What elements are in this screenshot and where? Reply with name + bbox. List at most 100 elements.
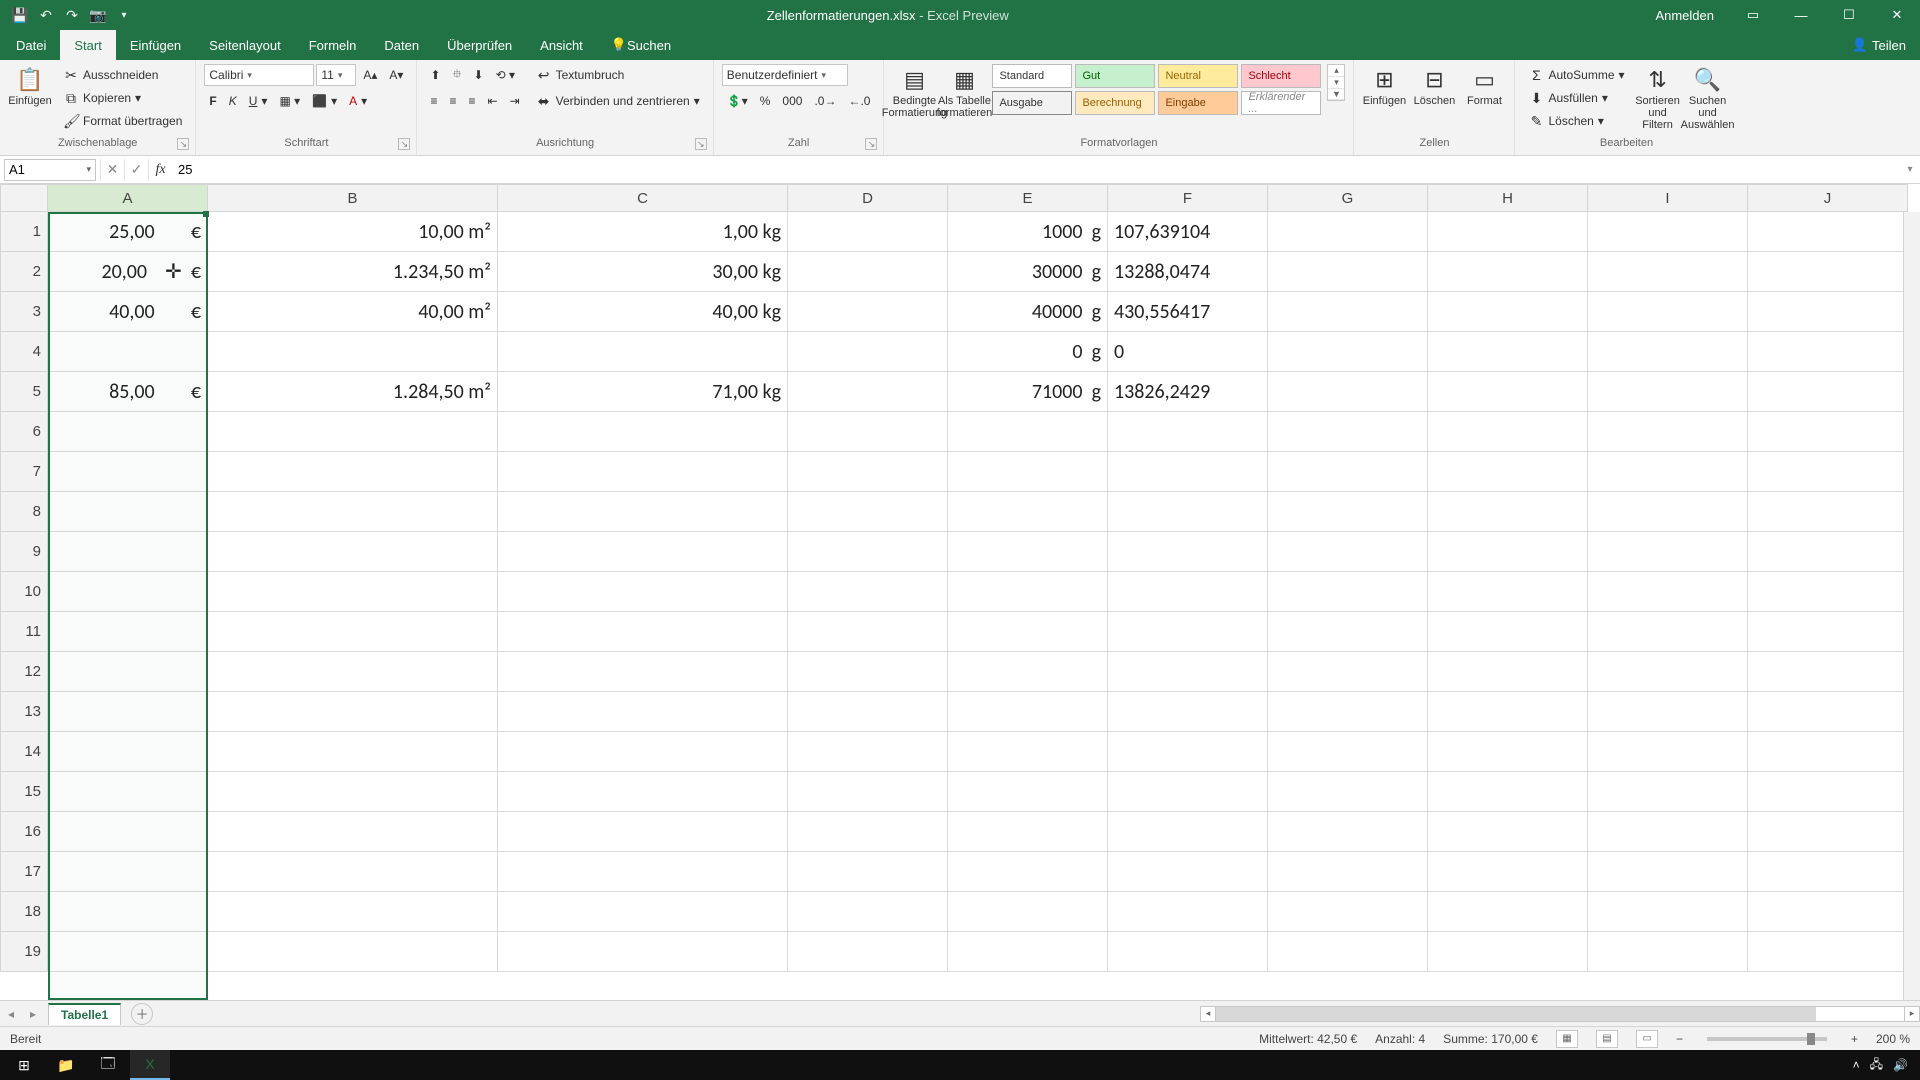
add-sheet-button[interactable]: ＋ (131, 1003, 153, 1025)
cell-E18[interactable] (948, 892, 1108, 932)
cell-C3[interactable]: 40,00 kg (498, 292, 788, 332)
cell-E6[interactable] (948, 412, 1108, 452)
save-icon[interactable]: 💾 (10, 5, 30, 25)
style-eingabe[interactable]: Eingabe (1158, 91, 1238, 115)
tab-datei[interactable]: Datei (2, 30, 60, 60)
cell-F6[interactable] (1108, 412, 1268, 452)
cell-C14[interactable] (498, 732, 788, 772)
view-pagelayout-button[interactable]: ▤ (1596, 1030, 1618, 1048)
cell-J11[interactable] (1748, 612, 1908, 652)
cell-H16[interactable] (1428, 812, 1588, 852)
row-header-4[interactable]: 4 (0, 332, 48, 372)
maximize-button[interactable]: ☐ (1826, 0, 1872, 30)
format-painter-button[interactable]: 🖌Format übertragen (58, 110, 187, 132)
fill-button[interactable]: ⬇Ausfüllen ▾ (1523, 87, 1629, 109)
cell-E5[interactable]: 71000 g (948, 372, 1108, 412)
cell-D14[interactable] (788, 732, 948, 772)
cell-G13[interactable] (1268, 692, 1428, 732)
cell-F8[interactable] (1108, 492, 1268, 532)
cell-I19[interactable] (1588, 932, 1748, 972)
cell-D10[interactable] (788, 572, 948, 612)
cell-I1[interactable] (1588, 212, 1748, 252)
cell-E11[interactable] (948, 612, 1108, 652)
cell-I4[interactable] (1588, 332, 1748, 372)
cell-F19[interactable] (1108, 932, 1268, 972)
cell-D7[interactable] (788, 452, 948, 492)
cell-D3[interactable] (788, 292, 948, 332)
zoom-out-button[interactable]: − (1676, 1032, 1683, 1046)
style-gut[interactable]: Gut (1075, 64, 1155, 88)
cell-B11[interactable] (208, 612, 498, 652)
cell-A4[interactable] (48, 332, 208, 372)
cell-J12[interactable] (1748, 652, 1908, 692)
align-right-button[interactable]: ≡ (463, 90, 480, 112)
cell-I18[interactable] (1588, 892, 1748, 932)
minimize-button[interactable]: — (1778, 0, 1824, 30)
cell-I5[interactable] (1588, 372, 1748, 412)
cell-E16[interactable] (948, 812, 1108, 852)
cell-B16[interactable] (208, 812, 498, 852)
tab-seitenlayout[interactable]: Seitenlayout (195, 30, 295, 60)
cell-F11[interactable] (1108, 612, 1268, 652)
row-header-9[interactable]: 9 (0, 532, 48, 572)
tab-daten[interactable]: Daten (370, 30, 433, 60)
cell-E3[interactable]: 40000 g (948, 292, 1108, 332)
cell-A15[interactable] (48, 772, 208, 812)
row-header-12[interactable]: 12 (0, 652, 48, 692)
increase-decimal-button[interactable]: .0→ (809, 90, 841, 112)
gallery-scroll[interactable]: ▴▾▼ (1327, 64, 1345, 101)
cell-C10[interactable] (498, 572, 788, 612)
cell-G14[interactable] (1268, 732, 1428, 772)
cell-C16[interactable] (498, 812, 788, 852)
row-header-2[interactable]: 2 (0, 252, 48, 292)
column-header-B[interactable]: B (208, 184, 498, 212)
align-top-button[interactable]: ⬆ (425, 64, 445, 86)
style-standard[interactable]: Standard (992, 64, 1072, 88)
row-header-15[interactable]: 15 (0, 772, 48, 812)
cell-B7[interactable] (208, 452, 498, 492)
row-header-14[interactable]: 14 (0, 732, 48, 772)
cell-A17[interactable] (48, 852, 208, 892)
cell-B12[interactable] (208, 652, 498, 692)
align-left-button[interactable]: ≡ (425, 90, 442, 112)
cell-H2[interactable] (1428, 252, 1588, 292)
row-header-18[interactable]: 18 (0, 892, 48, 932)
find-select-button[interactable]: 🔍Suchen und Auswählen (1686, 64, 1730, 134)
cell-J15[interactable] (1748, 772, 1908, 812)
cell-F16[interactable] (1108, 812, 1268, 852)
cell-G19[interactable] (1268, 932, 1428, 972)
cell-B15[interactable] (208, 772, 498, 812)
cell-H3[interactable] (1428, 292, 1588, 332)
increase-indent-button[interactable]: ⇥ (505, 90, 525, 112)
cell-E15[interactable] (948, 772, 1108, 812)
cell-B17[interactable] (208, 852, 498, 892)
tab-start[interactable]: Start (60, 30, 115, 60)
cell-D18[interactable] (788, 892, 948, 932)
cell-C18[interactable] (498, 892, 788, 932)
name-box[interactable]: A1▾ (4, 159, 96, 181)
tab-suchen[interactable]: 💡 Suchen (597, 30, 685, 60)
cell-G5[interactable] (1268, 372, 1428, 412)
cell-E14[interactable] (948, 732, 1108, 772)
cell-F2[interactable]: 13288,0474 (1108, 252, 1268, 292)
worksheet[interactable]: ABCDEFGHIJ125,00 €10,00 m²1,00 kg1000 g1… (0, 184, 1920, 1000)
cell-H13[interactable] (1428, 692, 1588, 732)
cell-E8[interactable] (948, 492, 1108, 532)
cell-B14[interactable] (208, 732, 498, 772)
cell-D13[interactable] (788, 692, 948, 732)
cell-J2[interactable] (1748, 252, 1908, 292)
cell-F15[interactable] (1108, 772, 1268, 812)
column-header-D[interactable]: D (788, 184, 948, 212)
column-header-C[interactable]: C (498, 184, 788, 212)
cell-G6[interactable] (1268, 412, 1428, 452)
cell-H5[interactable] (1428, 372, 1588, 412)
view-normal-button[interactable]: ▦ (1556, 1030, 1578, 1048)
cell-D15[interactable] (788, 772, 948, 812)
redo-icon[interactable]: ↷ (62, 5, 82, 25)
column-header-J[interactable]: J (1748, 184, 1908, 212)
column-header-A[interactable]: A (48, 184, 208, 212)
tab-einfuegen[interactable]: Einfügen (116, 30, 195, 60)
cell-G9[interactable] (1268, 532, 1428, 572)
style-ausgabe[interactable]: Ausgabe (992, 91, 1072, 115)
cell-A14[interactable] (48, 732, 208, 772)
